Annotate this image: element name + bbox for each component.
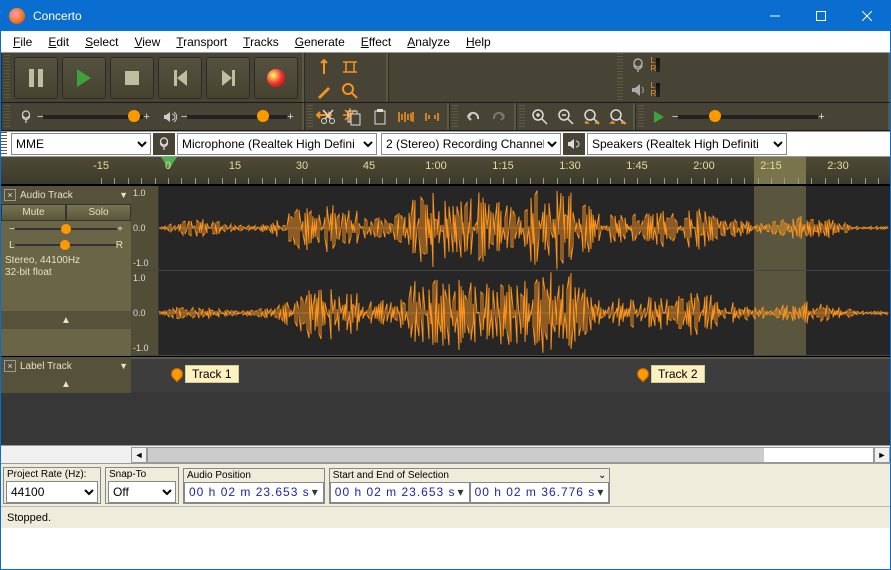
record-meter-mic-icon[interactable] (626, 54, 650, 76)
mixer-toolbar: − + − + (1, 103, 304, 130)
zoom-toolbar (516, 103, 635, 130)
trim-button[interactable] (394, 106, 418, 128)
project-rate-label: Project Rate (Hz): (4, 468, 100, 481)
waveform-left-channel[interactable]: 1.00.0-1.0 (131, 186, 890, 271)
speaker-icon (563, 133, 585, 155)
recording-meter[interactable]: -57-54-51-48-45-42-39-36-33-30-27-24-21-… (656, 58, 660, 72)
playback-device-select[interactable]: Speakers (Realtek High Definiti (587, 133, 787, 155)
minimize-button[interactable] (752, 1, 798, 31)
record-button[interactable] (254, 57, 298, 99)
gain-slider[interactable]: −+ (1, 221, 131, 237)
menu-analyze[interactable]: Analyze (399, 33, 458, 51)
copy-button[interactable] (342, 106, 366, 128)
edit-toolbar (304, 103, 449, 130)
pan-slider[interactable]: LR (1, 237, 131, 253)
draw-tool[interactable] (312, 80, 336, 102)
audio-position-value[interactable]: 00 h 02 m 23.653 s▾ (184, 482, 324, 503)
pause-button[interactable] (14, 57, 58, 99)
label-marker-2[interactable]: Track 2 (637, 365, 705, 383)
audio-track: × Audio Track ▼ Mute Solo −+ LR Stereo, … (1, 185, 890, 356)
speaker-volume-icon (162, 109, 178, 125)
play-at-speed-button[interactable] (647, 106, 671, 128)
playback-meter-speaker-icon[interactable] (626, 79, 650, 101)
audio-position-label: Audio Position (184, 469, 324, 482)
menu-tracks[interactable]: Tracks (235, 33, 287, 51)
mic-volume-icon (18, 109, 34, 125)
window-title: Concerto (33, 9, 752, 23)
audio-host-select[interactable]: MME (11, 133, 151, 155)
tools-toolbar (304, 53, 388, 102)
project-rate-select[interactable]: 44100 (6, 481, 98, 503)
label-track-name[interactable]: Label Track (20, 361, 72, 372)
close-button[interactable] (844, 1, 890, 31)
playback-meter[interactable]: -57-54-51-48-45-42-39-36-33-30-27-24-21-… (656, 83, 660, 97)
transport-toolbar (1, 53, 304, 102)
stop-button[interactable] (110, 57, 154, 99)
track-close-button[interactable]: × (4, 189, 16, 201)
envelope-tool[interactable] (338, 56, 362, 78)
selection-label: Start and End of Selection (330, 469, 595, 482)
app-icon (9, 8, 25, 24)
play-button[interactable] (62, 57, 106, 99)
selection-tool[interactable] (312, 56, 336, 78)
redo-button[interactable] (487, 106, 511, 128)
skip-start-button[interactable] (158, 57, 202, 99)
mic-icon (153, 133, 175, 155)
status-bar: Stopped. (1, 506, 890, 528)
menu-edit[interactable]: Edit (40, 33, 77, 51)
snap-to-label: Snap-To (106, 468, 178, 481)
playback-speed-slider[interactable] (678, 115, 818, 119)
label-track: × Label Track ▼ ▲ Track 1 Track 2 (1, 356, 890, 392)
mute-button[interactable]: Mute (1, 204, 66, 221)
maximize-button[interactable] (798, 1, 844, 31)
menu-transport[interactable]: Transport (168, 33, 235, 51)
menu-select[interactable]: Select (77, 33, 126, 51)
label-track-collapse-button[interactable]: ▲ (1, 375, 131, 393)
waveform-right-channel[interactable]: 1.00.0-1.0 (131, 271, 890, 356)
skip-end-button[interactable] (206, 57, 250, 99)
cut-button[interactable] (316, 106, 340, 128)
undo-button[interactable] (461, 106, 485, 128)
menu-effect[interactable]: Effect (353, 33, 399, 51)
menu-bar: FileEditSelectViewTransportTracksGenerat… (1, 31, 890, 53)
zoom-tool[interactable] (338, 80, 362, 102)
selection-toolbar: Project Rate (Hz): 44100 Snap-To Off Aud… (1, 464, 890, 506)
timeline-ruler[interactable]: -1501530451:001:151:301:452:002:152:302:… (1, 157, 890, 185)
tracks-area: × Audio Track ▼ Mute Solo −+ LR Stereo, … (1, 185, 890, 445)
label-track-close-button[interactable]: × (4, 360, 16, 372)
selection-mode-dropdown[interactable]: ⌄ (595, 469, 609, 482)
playback-volume-slider[interactable] (187, 115, 287, 119)
undo-toolbar (449, 103, 516, 130)
device-toolbar: MME Microphone (Realtek High Defini 2 (S… (1, 131, 890, 157)
zoom-in-button[interactable] (528, 106, 552, 128)
title-bar: Concerto (1, 1, 890, 31)
play-at-speed-toolbar: − + (635, 103, 890, 130)
selection-end-value[interactable]: 00 h 02 m 36.776 s▾ (470, 482, 610, 503)
menu-help[interactable]: Help (458, 33, 499, 51)
recording-volume-slider[interactable] (43, 115, 143, 119)
track-format-info: Stereo, 44100Hz32-bit float (1, 253, 131, 281)
label-marker-1[interactable]: Track 1 (171, 365, 239, 383)
track-name[interactable]: Audio Track (20, 190, 73, 201)
menu-file[interactable]: File (5, 33, 40, 51)
track-collapse-button[interactable]: ▲ (1, 311, 131, 329)
fit-project-button[interactable] (606, 106, 630, 128)
snap-to-select[interactable]: Off (108, 481, 176, 503)
silence-button[interactable] (420, 106, 444, 128)
menu-view[interactable]: View (126, 33, 168, 51)
label-track-menu-dropdown[interactable]: ▼ (119, 361, 128, 371)
solo-button[interactable]: Solo (66, 204, 131, 221)
paste-button[interactable] (368, 106, 392, 128)
selection-start-value[interactable]: 00 h 02 m 23.653 s▾ (330, 482, 470, 503)
menu-generate[interactable]: Generate (287, 33, 353, 51)
track-menu-dropdown[interactable]: ▼ (119, 190, 128, 200)
fit-selection-button[interactable] (580, 106, 604, 128)
zoom-out-button[interactable] (554, 106, 578, 128)
horizontal-scrollbar[interactable]: ◄ ► (1, 445, 890, 463)
recording-channels-select[interactable]: 2 (Stereo) Recording Channels (381, 133, 561, 155)
recording-device-select[interactable]: Microphone (Realtek High Defini (177, 133, 377, 155)
